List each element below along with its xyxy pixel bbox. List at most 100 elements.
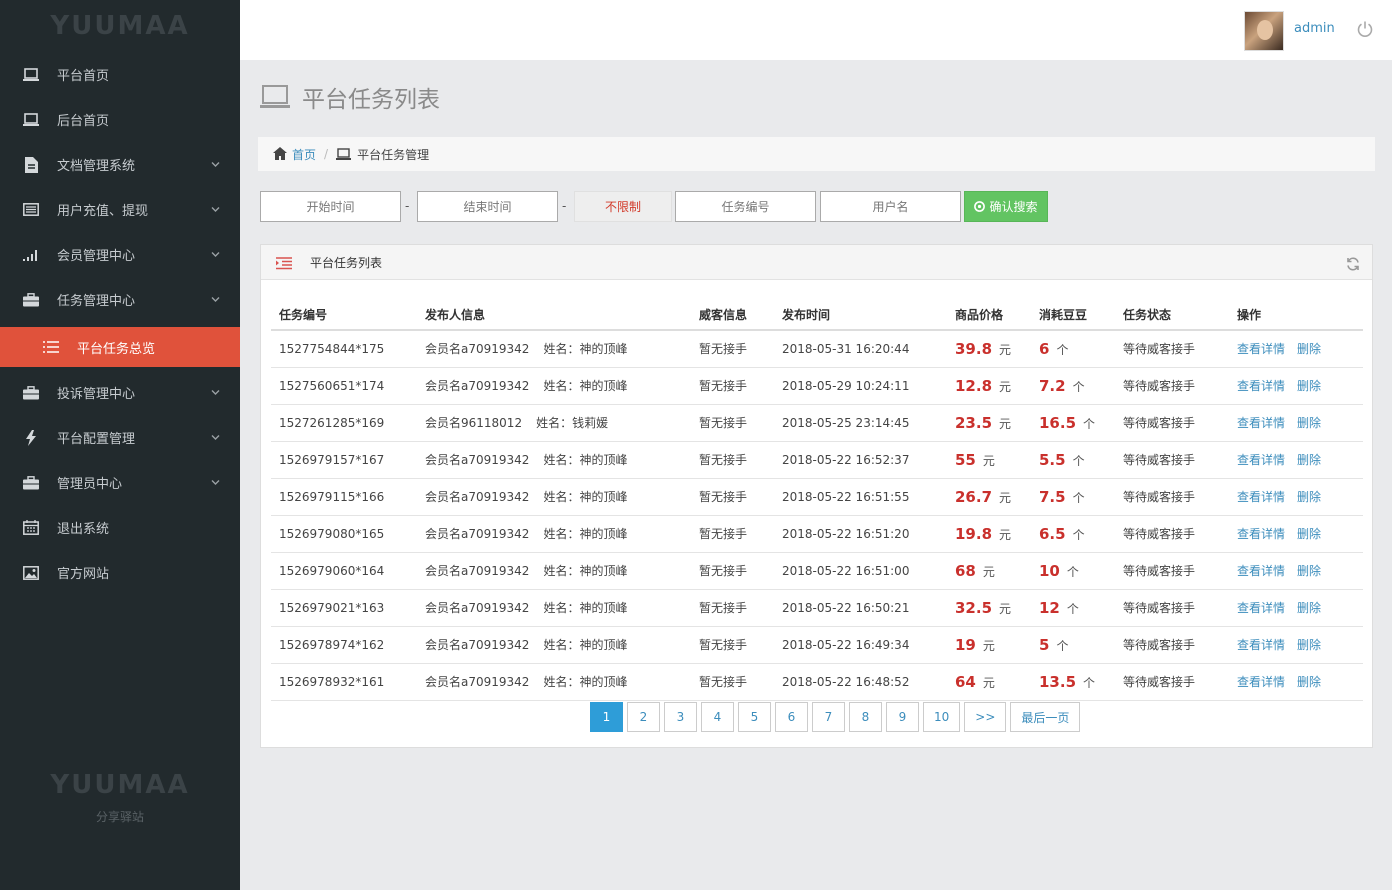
refresh-icon[interactable] (1346, 256, 1360, 271)
publish-time-cell: 2018-05-22 16:52:37 (774, 441, 947, 479)
view-details-link[interactable]: 查看详情 (1237, 675, 1285, 689)
power-icon[interactable] (1356, 20, 1374, 38)
sidebar-item-recharge[interactable]: 用户充值、提现 (0, 187, 240, 232)
last-page-button[interactable]: 最后一页 (1010, 702, 1081, 732)
date-range-dash: - (562, 199, 567, 213)
publisher-cell: 会员名a70919342 姓名：神的顶峰 (417, 367, 691, 405)
real-name: 姓名：神的顶峰 (543, 601, 628, 615)
avatar[interactable] (1244, 11, 1284, 51)
view-details-link[interactable]: 查看详情 (1237, 601, 1285, 615)
delete-link[interactable]: 删除 (1297, 638, 1321, 652)
worker-cell: 暂无接手 (691, 404, 774, 442)
page-10-button[interactable]: 10 (923, 702, 961, 732)
page-9-button[interactable]: 9 (886, 702, 919, 732)
sidebar-item-admin-home[interactable]: 后台首页 (0, 97, 240, 142)
delete-link[interactable]: 删除 (1297, 564, 1321, 578)
briefcase-icon (22, 291, 40, 309)
table-row: 1526979021*163 会员名a70919342 姓名：神的顶峰 暂无接手 … (271, 589, 1363, 627)
beans-unit: 个 (1083, 416, 1096, 431)
view-details-link[interactable]: 查看详情 (1237, 527, 1285, 541)
confirm-search-button[interactable]: 确认搜索 (964, 191, 1048, 222)
username-input[interactable] (820, 191, 961, 222)
page-3-button[interactable]: 3 (664, 702, 697, 732)
publish-time-cell: 2018-05-22 16:51:55 (774, 478, 947, 516)
calendar-icon (22, 519, 40, 537)
start-time-input[interactable] (260, 191, 401, 222)
sidebar-item-task-overview[interactable]: 平台任务总览 (0, 327, 240, 367)
delete-link[interactable]: 删除 (1297, 453, 1321, 467)
breadcrumb-home-link[interactable]: 首页 (292, 146, 316, 163)
sidebar-item-platform-home[interactable]: 平台首页 (0, 52, 240, 97)
member-name: 会员名a70919342 (425, 342, 530, 357)
beans-unit: 个 (1056, 342, 1069, 357)
page-1-button[interactable]: 1 (590, 702, 623, 732)
worker-cell: 暂无接手 (691, 330, 774, 368)
sidebar-item-documents[interactable]: 文档管理系统 (0, 142, 240, 187)
publisher-cell: 会员名96118012 姓名：钱莉媛 (417, 404, 691, 442)
page-7-button[interactable]: 7 (812, 702, 845, 732)
sidebar-item-members[interactable]: 会员管理中心 (0, 232, 240, 277)
price-unit: 元 (982, 675, 995, 690)
sidebar-item-website[interactable]: 官方网站 (0, 550, 240, 595)
task-number-input[interactable] (675, 191, 816, 222)
admin-username[interactable]: admin (1294, 21, 1335, 36)
beans-value: 7.2 (1039, 376, 1066, 395)
sidebar-item-label: 文档管理系统 (57, 159, 136, 174)
sidebar-item-complaints[interactable]: 投诉管理中心 (0, 370, 240, 415)
delete-link[interactable]: 删除 (1297, 379, 1321, 393)
price-cell: 19.8 元 (947, 515, 1031, 553)
member-name: 会员名a70919342 (425, 527, 530, 541)
delete-link[interactable]: 删除 (1297, 675, 1321, 689)
page-6-button[interactable]: 6 (775, 702, 808, 732)
delete-link[interactable]: 删除 (1297, 601, 1321, 615)
sidebar-item-config[interactable]: 平台配置管理 (0, 415, 240, 460)
chevron-down-icon (211, 249, 220, 260)
picture-icon (22, 564, 40, 582)
column-header: 任务状态 (1115, 300, 1229, 331)
sidebar-item-admins[interactable]: 管理员中心 (0, 460, 240, 505)
price-value: 12.8 (955, 376, 993, 395)
view-details-link[interactable]: 查看详情 (1237, 416, 1285, 430)
status-cell: 等待威客接手 (1115, 552, 1229, 590)
delete-link[interactable]: 删除 (1297, 527, 1321, 541)
column-header: 商品价格 (947, 300, 1031, 331)
task-id-cell: 1526979060*164 (271, 552, 417, 590)
view-details-link[interactable]: 查看详情 (1237, 453, 1285, 467)
worker-cell: 暂无接手 (691, 589, 774, 627)
chevron-down-icon (211, 294, 220, 305)
sidebar-item-logout[interactable]: 退出系统 (0, 505, 240, 550)
publish-time-cell: 2018-05-31 16:20:44 (774, 330, 947, 368)
delete-link[interactable]: 删除 (1297, 416, 1321, 430)
status-cell: 等待威客接手 (1115, 330, 1229, 368)
worker-cell: 暂无接手 (691, 515, 774, 553)
page-5-button[interactable]: 5 (738, 702, 771, 732)
publisher-cell: 会员名a70919342 姓名：神的顶峰 (417, 330, 691, 368)
view-details-link[interactable]: 查看详情 (1237, 564, 1285, 578)
real-name: 姓名：钱莉媛 (536, 416, 609, 430)
price-value: 26.7 (955, 487, 993, 506)
page-8-button[interactable]: 8 (849, 702, 882, 732)
breadcrumb: 首页 / 平台任务管理 (258, 137, 1375, 171)
actions-cell: 查看详情 删除 (1229, 330, 1363, 368)
view-details-link[interactable]: 查看详情 (1237, 638, 1285, 652)
footer-logo: YUUMAA (50, 770, 190, 800)
laptop-icon (260, 85, 290, 109)
sidebar-menu: 平台首页 后台首页 文档管理系统 用户充值、提现 会员管理中心 任务管理中心 平… (0, 52, 240, 595)
next-page-button[interactable]: >> (964, 702, 1007, 732)
view-details-link[interactable]: 查看详情 (1237, 342, 1285, 356)
delete-link[interactable]: 删除 (1297, 490, 1321, 504)
price-cell: 12.8 元 (947, 367, 1031, 405)
limit-select[interactable]: 不限制 (574, 191, 672, 222)
end-time-input[interactable] (417, 191, 558, 222)
delete-link[interactable]: 删除 (1297, 342, 1321, 356)
actions-cell: 查看详情 删除 (1229, 441, 1363, 479)
task-id-cell: 1527754844*175 (271, 330, 417, 368)
view-details-link[interactable]: 查看详情 (1237, 379, 1285, 393)
page-4-button[interactable]: 4 (701, 702, 734, 732)
column-header: 任务编号 (271, 300, 417, 331)
beans-cell: 6.5 个 (1031, 515, 1115, 553)
worker-cell: 暂无接手 (691, 552, 774, 590)
page-2-button[interactable]: 2 (627, 702, 660, 732)
sidebar-item-tasks[interactable]: 任务管理中心 (0, 277, 240, 322)
view-details-link[interactable]: 查看详情 (1237, 490, 1285, 504)
